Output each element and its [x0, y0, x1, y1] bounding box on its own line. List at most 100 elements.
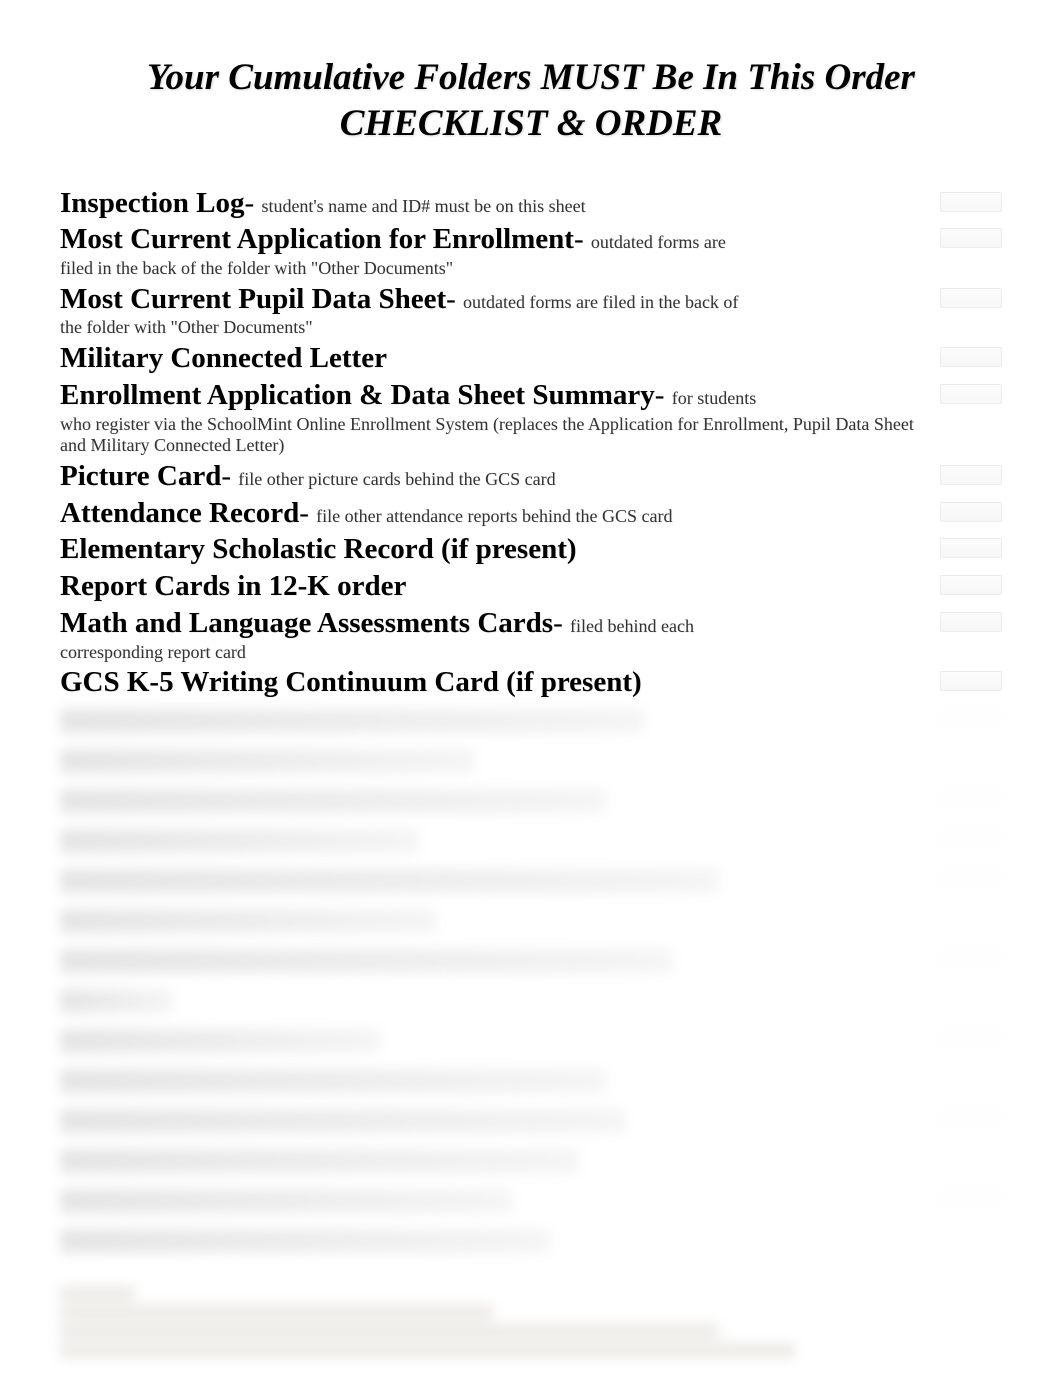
item-note: for students — [672, 388, 757, 408]
blurred-row — [60, 982, 1002, 1020]
item-title: Most Current Pupil Data Sheet — [60, 283, 446, 315]
checklist-row: Inspection Log- student's name and ID# m… — [60, 186, 1002, 221]
item-text: Math and Language Assessments Cards- fil… — [60, 606, 940, 663]
blurred-text-line — [60, 909, 437, 933]
blurred-text-line — [60, 1189, 512, 1213]
item-text: Most Current Application for Enrollment-… — [60, 222, 940, 279]
checklist-row: Enrollment Application & Data Sheet Summ… — [60, 378, 1002, 457]
checkbox[interactable] — [940, 671, 1002, 691]
dash: - — [553, 607, 570, 639]
checklist-row: Most Current Application for Enrollment-… — [60, 222, 1002, 279]
blurred-footnote-line — [60, 1305, 493, 1320]
checklist-row: Report Cards in 12-K order — [60, 569, 1002, 604]
item-text: Picture Card- file other picture cards b… — [60, 459, 940, 494]
item-note: outdated forms are filed in the back of — [463, 292, 738, 312]
blurred-text-line — [60, 789, 606, 813]
blurred-row — [60, 902, 1002, 940]
checkbox[interactable] — [940, 384, 1002, 404]
document-title-block: Your Cumulative Folders MUST Be In This … — [50, 55, 1012, 148]
checkbox[interactable] — [940, 1188, 1002, 1208]
dash: - — [245, 187, 262, 219]
checkbox[interactable] — [940, 1028, 1002, 1048]
checklist-row: Military Connected Letter — [60, 341, 1002, 376]
checkbox[interactable] — [940, 575, 1002, 595]
item-title: Attendance Record — [60, 497, 299, 529]
checklist-content: Inspection Log- student's name and ID# m… — [60, 186, 1002, 1359]
checkbox[interactable] — [940, 948, 1002, 968]
checkbox[interactable] — [940, 465, 1002, 485]
blurred-row — [60, 702, 1002, 740]
blurred-text-line — [60, 1109, 625, 1133]
item-text: Report Cards in 12-K order — [60, 569, 940, 604]
item-text: Enrollment Application & Data Sheet Summ… — [60, 378, 940, 457]
blurred-text-line — [60, 949, 672, 973]
checklist-row: Attendance Record- file other attendance… — [60, 496, 1002, 531]
blurred-footnote-line — [60, 1343, 795, 1358]
checklist-row: Math and Language Assessments Cards- fil… — [60, 606, 1002, 663]
blurred-footnote-line — [60, 1324, 719, 1339]
checkbox[interactable] — [940, 612, 1002, 632]
dash: - — [299, 497, 316, 529]
blurred-text-line — [60, 1029, 380, 1053]
blurred-text-line — [60, 1229, 550, 1253]
item-title: Military Connected Letter — [60, 342, 387, 374]
checklist-row: Elementary Scholastic Record (if present… — [60, 532, 1002, 567]
blurred-row — [60, 1222, 1002, 1260]
item-title: Report Cards in 12-K order — [60, 570, 406, 602]
item-note: file other attendance reports behind the… — [316, 506, 672, 526]
item-note: filed behind each — [570, 616, 694, 636]
blurred-text-line — [60, 749, 474, 773]
blurred-text-line — [60, 989, 173, 1013]
checklist-row: Most Current Pupil Data Sheet- outdated … — [60, 282, 1002, 339]
checkbox[interactable] — [940, 288, 1002, 308]
title-line-2: CHECKLIST & ORDER — [50, 101, 1012, 147]
item-title: Most Current Application for Enrollment — [60, 223, 574, 255]
item-title: Inspection Log — [60, 187, 245, 219]
item-title: Picture Card — [60, 460, 221, 492]
blurred-text-line — [60, 869, 719, 893]
item-note-continued: corresponding report card — [60, 642, 928, 664]
blurred-row — [60, 1102, 1002, 1140]
item-note: outdated forms are — [591, 232, 726, 252]
blurred-content-section — [60, 702, 1002, 1260]
blurred-row — [60, 1182, 1002, 1220]
item-note: student's name and ID# must be on this s… — [261, 196, 585, 216]
blurred-row — [60, 742, 1002, 780]
item-note: file other picture cards behind the GCS … — [238, 469, 555, 489]
blurred-row — [60, 822, 1002, 860]
checkbox[interactable] — [940, 228, 1002, 248]
checkbox[interactable] — [940, 708, 1002, 728]
blurred-row — [60, 942, 1002, 980]
checkbox[interactable] — [940, 538, 1002, 558]
checkbox[interactable] — [940, 1108, 1002, 1128]
checkbox[interactable] — [940, 502, 1002, 522]
title-line-1: Your Cumulative Folders MUST Be In This … — [50, 55, 1012, 101]
checkbox[interactable] — [940, 192, 1002, 212]
checkbox[interactable] — [940, 347, 1002, 367]
checkbox[interactable] — [940, 868, 1002, 888]
item-text: Most Current Pupil Data Sheet- outdated … — [60, 282, 940, 339]
checklist-row: GCS K-5 Writing Continuum Card (if prese… — [60, 665, 1002, 700]
item-note-continued: who register via the SchoolMint Online E… — [60, 414, 928, 457]
dash: - — [574, 223, 591, 255]
item-text: Elementary Scholastic Record (if present… — [60, 532, 940, 567]
item-note-continued: filed in the back of the folder with "Ot… — [60, 258, 928, 280]
blurred-footnote-section — [60, 1286, 1002, 1358]
item-title: Elementary Scholastic Record (if present… — [60, 533, 577, 565]
item-note-continued: the folder with "Other Documents" — [60, 317, 928, 339]
blurred-text-line — [60, 1069, 606, 1093]
dash: - — [221, 460, 238, 492]
checkbox[interactable] — [940, 788, 1002, 808]
blurred-footnote-line — [60, 1286, 135, 1301]
checklist-row: Picture Card- file other picture cards b… — [60, 459, 1002, 494]
blurred-row — [60, 1142, 1002, 1180]
blurred-text-line — [60, 829, 418, 853]
item-title: Math and Language Assessments Cards — [60, 607, 553, 639]
blurred-text-line — [60, 709, 644, 733]
checkbox[interactable] — [940, 828, 1002, 848]
blurred-row — [60, 782, 1002, 820]
item-title: Enrollment Application & Data Sheet Summ… — [60, 379, 655, 411]
blurred-row — [60, 1062, 1002, 1100]
item-text: GCS K-5 Writing Continuum Card (if prese… — [60, 665, 940, 700]
blurred-row — [60, 862, 1002, 900]
